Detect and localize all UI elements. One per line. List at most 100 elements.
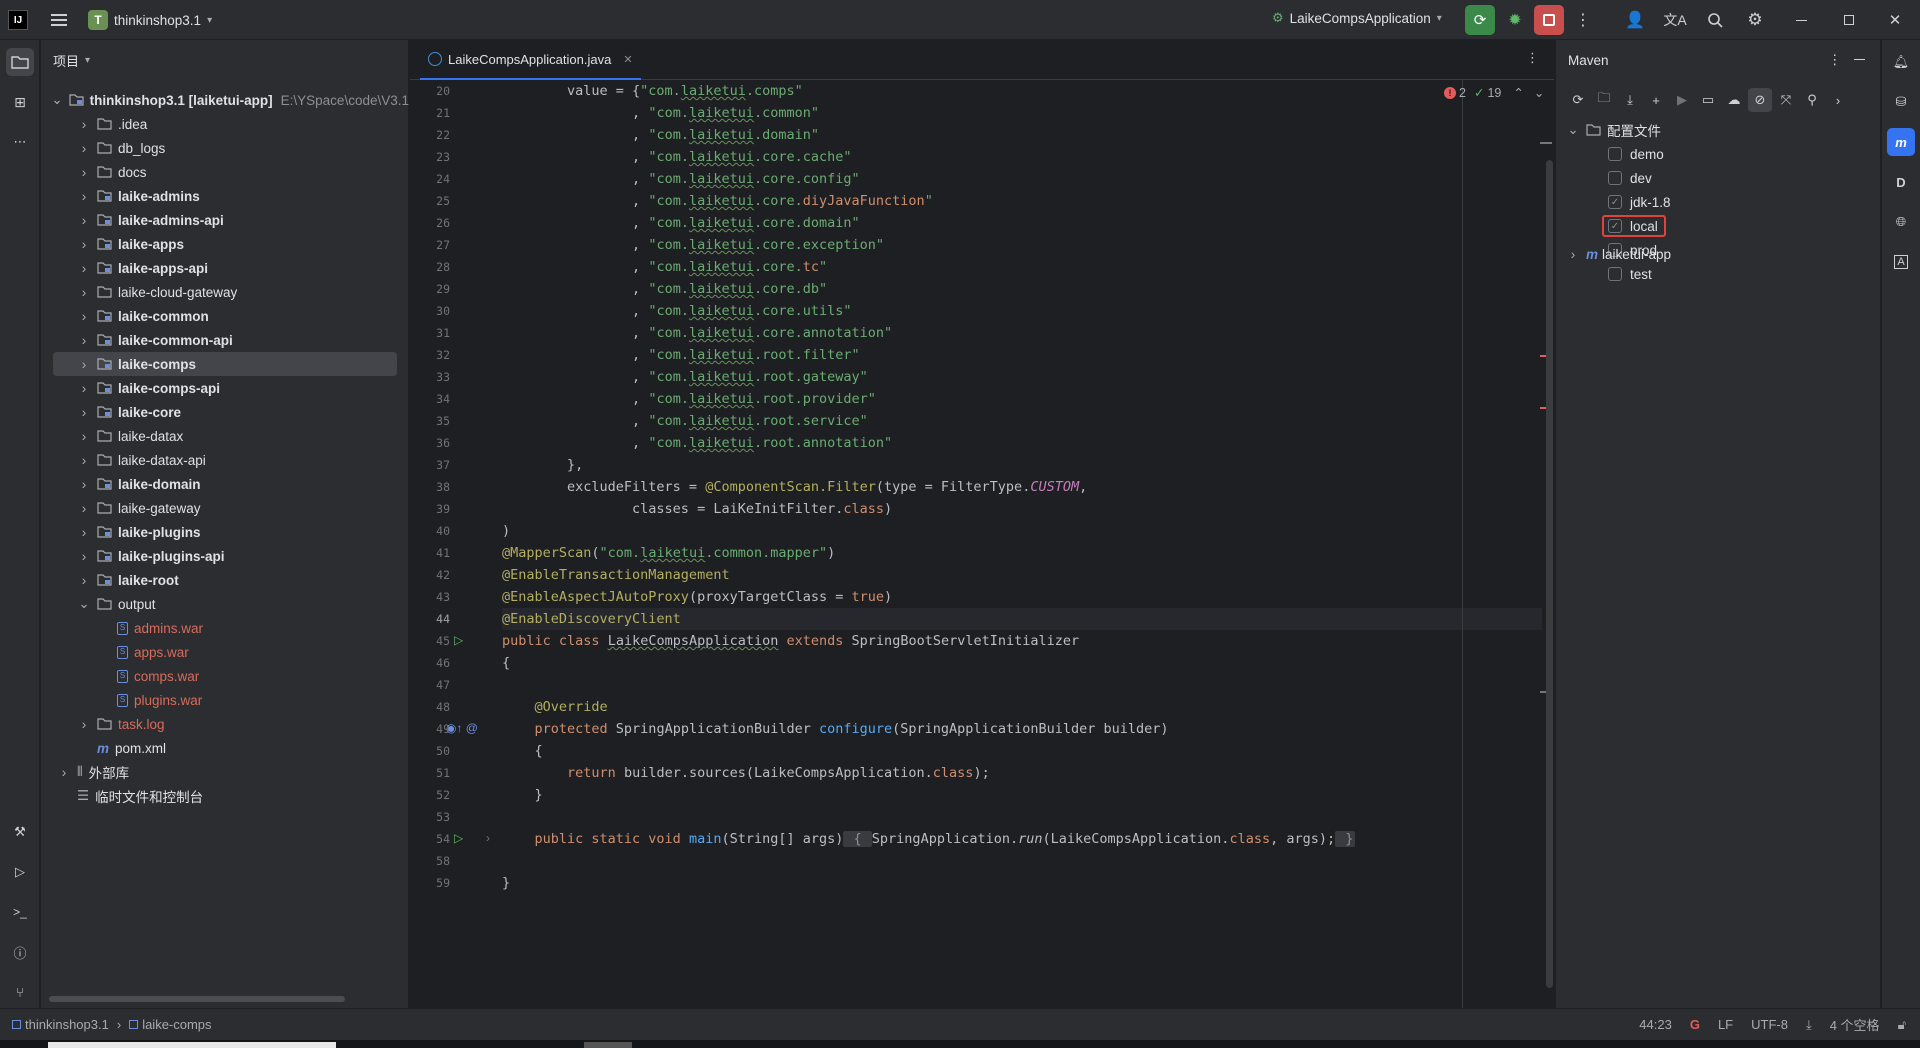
chevron-down-icon[interactable]: ⌄ xyxy=(51,92,62,107)
ai-assistant-button[interactable]: A xyxy=(1887,248,1915,276)
more-actions-button[interactable]: ⋮ xyxy=(1568,5,1598,35)
project-panel-header[interactable]: 项目 ▾ xyxy=(41,40,408,80)
chevron-right-icon[interactable]: › xyxy=(77,501,91,516)
chevron-right-icon[interactable]: › xyxy=(77,573,91,588)
tree-item-laike-datax[interactable]: › laike-datax xyxy=(41,424,409,448)
close-window-button[interactable]: ✕ xyxy=(1880,5,1910,35)
run-config-selector[interactable]: ⚙ LaikeCompsApplication ▾ xyxy=(1272,10,1442,26)
project-selector[interactable]: T thinkinshop3.1 ▾ xyxy=(88,10,212,30)
rerun-button[interactable]: ⟳ xyxy=(1465,5,1495,35)
code-line[interactable]: , "com.laiketui.core.tc" xyxy=(502,256,827,278)
settings-button[interactable]: ⚙ xyxy=(1740,5,1770,35)
code-area[interactable]: value = {"com.laiketui.comps" , "com.lai… xyxy=(502,80,1542,1008)
code-line[interactable]: @EnableAspectJAutoProxy(proxyTargetClass… xyxy=(502,586,892,608)
chevron-right-icon[interactable]: › xyxy=(77,309,91,324)
profile-checkbox[interactable]: ✓ xyxy=(1608,195,1622,209)
code-line[interactable]: , "com.laiketui.core.cache" xyxy=(502,146,852,168)
code-line[interactable]: , "com.laiketui.common" xyxy=(502,102,819,124)
chevron-right-icon[interactable]: › xyxy=(77,141,91,156)
code-line[interactable]: { xyxy=(502,740,543,762)
plus-icon[interactable]: + xyxy=(1644,88,1668,112)
profiles-node[interactable]: ⌄ 配置文件 xyxy=(1556,118,1881,142)
vertical-scrollbar[interactable] xyxy=(1546,160,1553,988)
chevron-right-icon[interactable]: › xyxy=(77,261,91,276)
tree-item-laike-comps-api[interactable]: › laike-comps-api xyxy=(41,376,409,400)
profile-checkbox[interactable] xyxy=(1608,171,1622,185)
taskbar-thumbnail[interactable] xyxy=(48,1042,336,1048)
analyze-deps-icon[interactable]: ⚲ xyxy=(1800,88,1824,112)
code-line[interactable]: , "com.laiketui.core.annotation" xyxy=(502,322,892,344)
indent-setting[interactable]: 4 个空格 xyxy=(1830,1015,1880,1034)
problems-tool-button[interactable]: ⓘ xyxy=(6,938,34,966)
tree-item-laike-domain[interactable]: › laike-domain xyxy=(41,472,409,496)
profile-dev[interactable]: dev xyxy=(1556,166,1881,190)
chevron-right-icon[interactable]: › xyxy=(77,357,91,372)
code-line[interactable]: , "com.laiketui.domain" xyxy=(502,124,819,146)
build-tool-button[interactable]: ⚒ xyxy=(6,818,34,846)
readonly-lock-icon[interactable]: ⤓ xyxy=(1806,1017,1812,1033)
tree-item-laike-apps-api[interactable]: › laike-apps-api xyxy=(41,256,409,280)
profile-jdk-1-8[interactable]: ✓ jdk-1.8 xyxy=(1556,190,1881,214)
reload-icon[interactable]: ⟳ xyxy=(1566,88,1590,112)
collapse-icon[interactable]: ⤧ xyxy=(1774,88,1798,112)
tree-item-scratches[interactable]: ☰ 临时文件和控制台 xyxy=(41,784,409,808)
tree-item-laike-plugins-api[interactable]: › laike-plugins-api xyxy=(41,544,409,568)
code-line[interactable]: , "com.laiketui.core.db" xyxy=(502,278,827,300)
offline-icon[interactable]: ☁ xyxy=(1722,88,1746,112)
tree-item-external-libs[interactable]: › ⫴ 外部库 xyxy=(41,760,409,784)
code-line[interactable]: , "com.laiketui.core.exception" xyxy=(502,234,884,256)
code-line[interactable]: { xyxy=(502,652,510,674)
code-line[interactable]: ) xyxy=(502,520,510,542)
chevron-right-icon[interactable]: › xyxy=(77,237,91,252)
tree-item-laike-root[interactable]: › laike-root xyxy=(41,568,409,592)
stop-button[interactable] xyxy=(1534,5,1564,35)
lock-icon[interactable]: 🔓︎ xyxy=(1898,1017,1906,1033)
chevron-right-icon[interactable]: › xyxy=(77,453,91,468)
breadcrumb-module[interactable]: laike-comps xyxy=(142,1017,211,1032)
line-separator[interactable]: LF xyxy=(1718,1017,1733,1032)
tree-item-pom[interactable]: m pom.xml xyxy=(41,736,409,760)
code-line[interactable]: value = {"com.laiketui.comps" xyxy=(502,80,803,102)
tree-item-docs[interactable]: › docs xyxy=(41,160,409,184)
chevron-right-icon[interactable]: › xyxy=(77,429,91,444)
code-line[interactable]: @EnableTransactionManagement xyxy=(502,564,730,586)
tab-options-button[interactable]: ⋮ xyxy=(1526,50,1539,66)
skip-tests-icon[interactable]: ⊘ xyxy=(1748,88,1772,112)
chevron-right-icon[interactable]: › xyxy=(77,285,91,300)
tree-item-laike-gateway[interactable]: › laike-gateway xyxy=(41,496,409,520)
tree-item-laike-datax-api[interactable]: › laike-datax-api xyxy=(41,448,409,472)
code-line[interactable]: classes = LaiKeInitFilter.class) xyxy=(502,498,892,520)
project-tool-button[interactable] xyxy=(6,48,34,76)
search-button[interactable] xyxy=(1700,5,1730,35)
code-line[interactable]: , "com.laiketui.root.annotation" xyxy=(502,432,892,454)
override-gutter-icon[interactable]: ◉↑ @ xyxy=(446,721,478,735)
chevron-right-icon[interactable]: › xyxy=(77,117,91,132)
chevron-right-icon[interactable]: › xyxy=(77,525,91,540)
tree-item-war-file[interactable]: Sapps.war xyxy=(41,640,409,664)
tree-item-laike-admins[interactable]: › laike-admins xyxy=(41,184,409,208)
minimize-button[interactable] xyxy=(1786,5,1816,35)
run-icon[interactable]: ▶ xyxy=(1670,88,1694,112)
code-line[interactable]: return builder.sources(LaikeCompsApplica… xyxy=(502,762,990,784)
code-line[interactable]: , "com.laiketui.root.filter" xyxy=(502,344,860,366)
database-button[interactable]: ⛁ xyxy=(1887,88,1915,116)
git-tool-button[interactable]: ⑂ xyxy=(6,978,34,1006)
horizontal-scrollbar[interactable] xyxy=(49,996,345,1002)
debug-button[interactable]: ✹ xyxy=(1500,5,1530,35)
file-encoding[interactable]: UTF-8 xyxy=(1751,1017,1788,1032)
code-line[interactable]: public static void main(String[] args) {… xyxy=(502,828,1356,850)
code-line[interactable]: , "com.laiketui.core.diyJavaFunction" xyxy=(502,190,933,212)
code-line[interactable]: } xyxy=(502,872,510,894)
code-line[interactable]: , "com.laiketui.core.utils" xyxy=(502,300,852,322)
code-line[interactable]: , "com.laiketui.root.provider" xyxy=(502,388,876,410)
tree-item-laike-plugins[interactable]: › laike-plugins xyxy=(41,520,409,544)
breadcrumb-project[interactable]: thinkinshop3.1 xyxy=(25,1017,109,1032)
structure-tool-button[interactable]: ⊞ xyxy=(6,88,34,116)
terminal-tool-button[interactable]: >_ xyxy=(6,898,34,926)
main-menu-icon[interactable] xyxy=(44,5,74,35)
chevron-right-icon[interactable]: › xyxy=(77,165,91,180)
code-line[interactable]: excludeFilters = @ComponentScan.Filter(t… xyxy=(502,476,1087,498)
more-vertical-icon[interactable]: ⋮ xyxy=(1828,52,1842,68)
chevron-right-icon[interactable]: › xyxy=(77,477,91,492)
chevron-right-icon[interactable]: › xyxy=(57,765,71,780)
